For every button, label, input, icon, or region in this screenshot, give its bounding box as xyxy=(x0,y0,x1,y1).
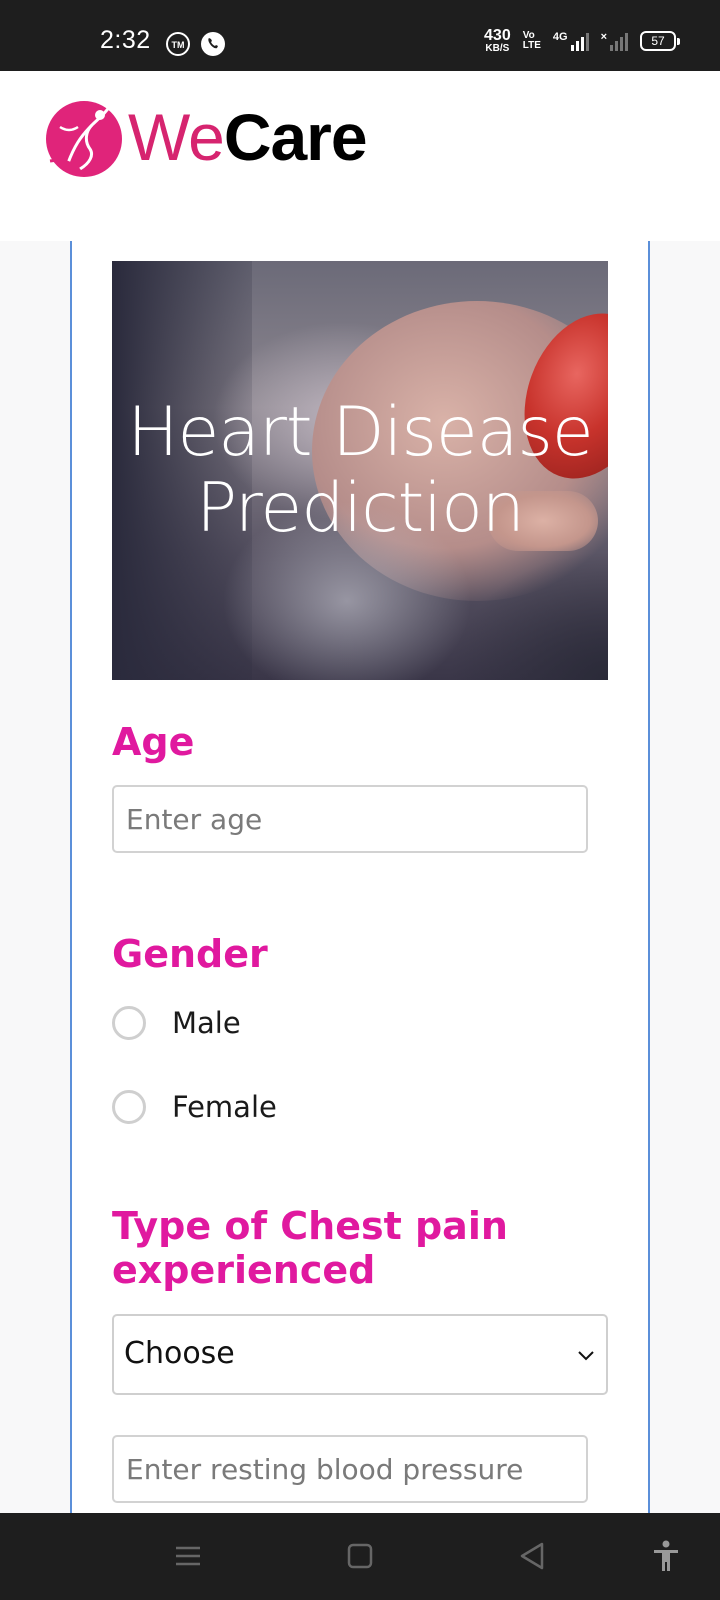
age-input[interactable] xyxy=(112,785,588,853)
network-speed: 430 KB/S xyxy=(484,28,511,54)
menu-icon[interactable] xyxy=(170,1538,206,1574)
gender-option-male[interactable]: Male xyxy=(112,1006,241,1040)
no-signal-icon: × xyxy=(600,31,607,43)
gender-option-female[interactable]: Female xyxy=(112,1090,277,1124)
hero-title-line1: Heart Disease xyxy=(127,393,593,472)
logo-text: WeCare xyxy=(128,99,368,175)
radio-label-male: Male xyxy=(172,1006,241,1040)
system-nav-bar xyxy=(0,1513,720,1600)
volte-bottom: LTE xyxy=(522,40,541,51)
logo-text-care: Care xyxy=(223,100,368,174)
chest-pain-select[interactable]: Choose xyxy=(112,1314,608,1395)
gender-label: Gender xyxy=(112,932,268,976)
signal-sim2: × xyxy=(601,31,628,51)
logo-text-we: We xyxy=(128,100,225,174)
signal-strength-icon-2 xyxy=(610,31,628,51)
svg-text:TM: TM xyxy=(172,40,185,50)
battery-icon: 57 xyxy=(640,31,680,51)
chevron-down-icon xyxy=(578,1351,594,1361)
signal-4g: 4G xyxy=(553,31,589,51)
radio-label-female: Female xyxy=(172,1090,277,1124)
hero-title: Heart Disease Prediction xyxy=(112,395,608,547)
status-time: 2:32 xyxy=(100,26,151,54)
logo[interactable]: WeCare xyxy=(40,91,368,183)
net-speed-unit: KB/S xyxy=(485,43,510,54)
volte-indicator: Vo LTE xyxy=(523,31,541,51)
mi-icon: TM xyxy=(166,32,190,56)
status-indicators: 430 KB/S Vo LTE 4G × 57 xyxy=(484,28,680,54)
chest-pain-label-line1: Type of Chest pain xyxy=(112,1204,508,1248)
chest-pain-label-line2: experienced xyxy=(112,1248,376,1292)
net-speed-value: 430 xyxy=(484,27,511,44)
radio-female[interactable] xyxy=(112,1090,146,1124)
back-icon[interactable] xyxy=(514,1538,550,1574)
hero-banner: Heart Disease Prediction xyxy=(112,261,608,680)
chest-pain-label: Type of Chest pain experienced xyxy=(112,1204,508,1292)
logo-icon xyxy=(46,101,122,177)
whatsapp-icon xyxy=(201,32,225,56)
radio-male[interactable] xyxy=(112,1006,146,1040)
status-bar: 2:32 TM 430 KB/S Vo LTE 4G × 57 xyxy=(0,0,720,71)
signal-strength-icon xyxy=(570,31,589,51)
network-type: 4G xyxy=(552,31,568,43)
hero-title-line2: Prediction xyxy=(196,469,525,548)
site-header: WeCare xyxy=(0,71,720,241)
accessibility-icon[interactable] xyxy=(648,1538,684,1574)
home-icon[interactable] xyxy=(342,1538,378,1574)
age-label: Age xyxy=(112,720,195,764)
resting-bp-input[interactable] xyxy=(112,1435,588,1503)
chest-pain-selected-value: Choose xyxy=(124,1336,235,1371)
